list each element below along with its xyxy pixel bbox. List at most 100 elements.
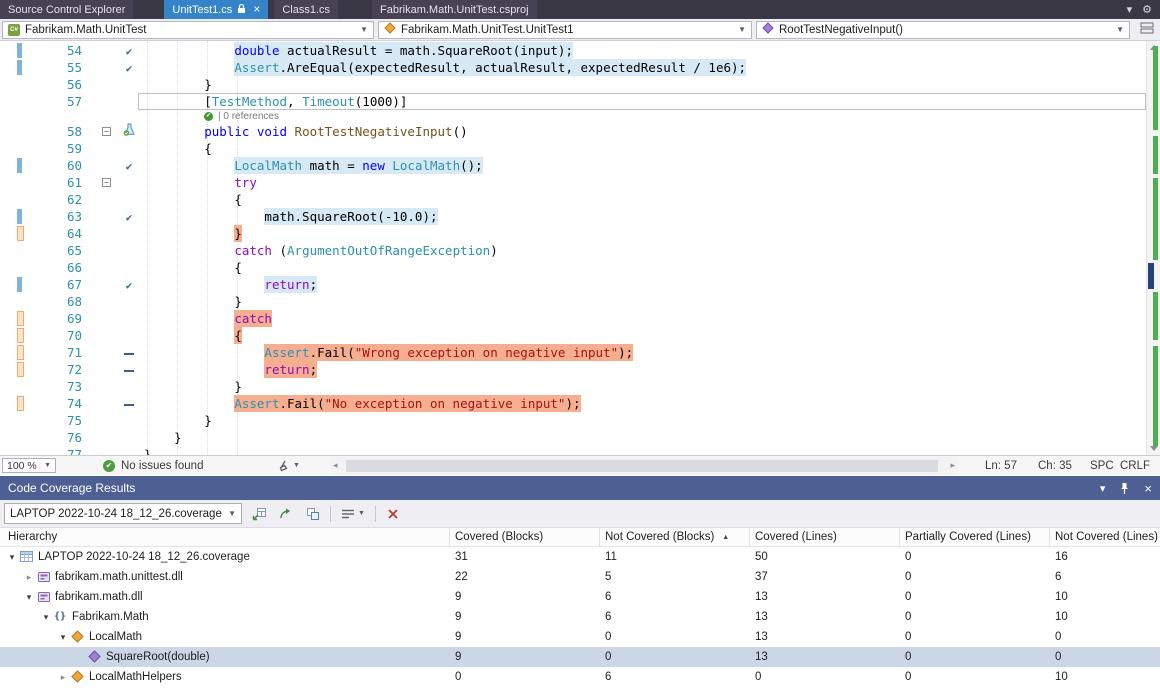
merge-results-icon[interactable] <box>303 504 323 524</box>
code-line[interactable]: 68 } <box>0 293 1146 310</box>
zoom-dropdown[interactable]: 100 % ▼ <box>2 458 56 473</box>
code-text[interactable]: public void RootTestNegativeInput() <box>138 123 1146 140</box>
breakpoint-margin[interactable] <box>0 208 16 225</box>
breakpoint-margin[interactable] <box>0 225 16 242</box>
code-line[interactable]: 75 } <box>0 412 1146 429</box>
breakpoint-margin[interactable] <box>0 174 16 191</box>
code-text[interactable]: } <box>138 429 1146 446</box>
code-text[interactable]: [TestMethod, Timeout(1000)] <box>138 93 1146 110</box>
scroll-right-icon[interactable]: ▸ <box>950 460 955 471</box>
code-line[interactable]: 58− public void RootTestNegativeInput() <box>0 123 1146 140</box>
code-text[interactable]: { <box>138 191 1146 208</box>
breakpoint-margin[interactable] <box>0 293 16 310</box>
close-icon[interactable]: × <box>1144 481 1152 496</box>
coverage-row[interactable]: ▾LocalMath901300 <box>0 627 1160 647</box>
code-line[interactable]: 55✔ Assert.AreEqual(expectedResult, actu… <box>0 59 1146 76</box>
code-text[interactable]: } <box>138 225 1146 242</box>
spaces-toggle[interactable]: SPC <box>1090 456 1114 475</box>
breakpoint-margin[interactable] <box>0 140 16 157</box>
import-results-icon[interactable] <box>249 504 269 524</box>
code-line[interactable]: 61− try <box>0 174 1146 191</box>
column-header-covered-lines[interactable]: Covered (Lines) <box>750 528 900 546</box>
code-line[interactable]: 71 Assert.Fail("Wrong exception on negat… <box>0 344 1146 361</box>
code-lens-references[interactable]: | 0 references <box>218 110 279 123</box>
code-line[interactable]: 76 } <box>0 429 1146 446</box>
tab-unittest1[interactable]: UnitTest1.cs × <box>164 0 268 19</box>
code-text[interactable]: } <box>138 412 1146 429</box>
code-text[interactable]: { <box>138 327 1146 344</box>
code-text[interactable]: catch <box>138 310 1146 327</box>
code-text[interactable]: LocalMath math = new LocalMath(); <box>138 157 1146 174</box>
coverage-row[interactable]: ▸LocalMathHelpers060010 <box>0 667 1160 687</box>
code-line[interactable]: 77} <box>0 446 1146 455</box>
code-line[interactable]: 57 [TestMethod, Timeout(1000)] <box>0 93 1146 110</box>
chevron-down-icon[interactable]: ▾ <box>1127 3 1133 16</box>
scroll-down-icon[interactable] <box>1150 446 1158 451</box>
breakpoint-margin[interactable] <box>0 242 16 259</box>
scrollbar-thumb[interactable] <box>346 460 938 472</box>
code-line[interactable]: 59 { <box>0 140 1146 157</box>
breakpoint-margin[interactable] <box>0 446 16 455</box>
tab-source-control-explorer[interactable]: Source Control Explorer <box>0 0 133 19</box>
code-text[interactable]: } <box>138 293 1146 310</box>
code-line[interactable]: 60✔ LocalMath math = new LocalMath(); <box>0 157 1146 174</box>
coverage-row[interactable]: ▾LAPTOP 2022-10-24 18_12_26.coverage3111… <box>0 547 1160 567</box>
breakpoint-margin[interactable] <box>0 429 16 446</box>
code-text[interactable]: { <box>138 140 1146 157</box>
column-header-covered-blocks[interactable]: Covered (Blocks) <box>450 528 600 546</box>
breakpoint-margin[interactable] <box>0 259 16 276</box>
line-indicator[interactable]: Ln: 57 <box>985 456 1017 475</box>
breakpoint-margin[interactable] <box>0 76 16 93</box>
issues-indicator[interactable]: ✔ No issues found <box>103 456 203 475</box>
project-dropdown[interactable]: C# Fabrikam.Math.UnitTest ▼ <box>2 21 374 39</box>
column-options-icon[interactable]: ▼ <box>338 504 368 524</box>
code-text[interactable]: try <box>138 174 1146 191</box>
member-dropdown[interactable]: RootTestNegativeInput() ▼ <box>756 21 1130 39</box>
breakpoint-margin[interactable] <box>0 157 16 174</box>
tab-class1[interactable]: Class1.cs <box>274 0 338 19</box>
column-header-hierarchy[interactable]: Hierarchy <box>0 528 450 546</box>
code-text[interactable]: Assert.Fail("Wrong exception on negative… <box>138 344 1146 361</box>
horizontal-scrollbar[interactable]: ◂ ▸ <box>330 457 958 475</box>
expander-expanded-icon[interactable]: ▾ <box>40 607 52 627</box>
code-line[interactable]: 64 } <box>0 225 1146 242</box>
close-icon[interactable]: × <box>253 4 260 15</box>
coverage-row[interactable]: SquareRoot(double)901300 <box>0 647 1160 667</box>
breakpoint-margin[interactable] <box>0 42 16 59</box>
breakpoint-margin[interactable] <box>0 412 16 429</box>
expander-expanded-icon[interactable]: ▾ <box>57 627 69 647</box>
code-line[interactable]: 73 } <box>0 378 1146 395</box>
code-line[interactable]: 67✔ return; <box>0 276 1146 293</box>
code-text[interactable]: double actualResult = math.SquareRoot(in… <box>138 42 1146 59</box>
column-header-partially-covered-lines[interactable]: Partially Covered (Lines) <box>900 528 1050 546</box>
remove-coverage-icon[interactable] <box>383 504 403 524</box>
breakpoint-margin[interactable] <box>0 276 16 293</box>
code-line[interactable]: 70 { <box>0 327 1146 344</box>
breakpoint-margin[interactable] <box>0 395 16 412</box>
test-method-icon[interactable] <box>123 123 136 136</box>
line-ending-indicator[interactable]: CRLF <box>1120 456 1150 475</box>
code-text[interactable]: } <box>138 76 1146 93</box>
code-text[interactable]: } <box>138 378 1146 395</box>
column-header-not-covered-blocks[interactable]: Not Covered (Blocks)▲ <box>600 528 750 546</box>
scroll-left-icon[interactable]: ◂ <box>333 460 338 471</box>
code-text[interactable]: catch (ArgumentOutOfRangeException) <box>138 242 1146 259</box>
breakpoint-margin[interactable] <box>0 327 16 344</box>
export-results-icon[interactable] <box>276 504 296 524</box>
split-window-icon[interactable] <box>1140 22 1158 37</box>
coverage-row[interactable]: ▾fabrikam.math.dll9613010 <box>0 587 1160 607</box>
breakpoint-margin[interactable] <box>0 93 16 110</box>
code-cleanup-button[interactable]: ▼ <box>276 456 300 475</box>
coverage-file-dropdown[interactable]: LAPTOP 2022-10-24 18_12_26.coverage ▼ <box>4 503 242 524</box>
code-line[interactable]: 65 catch (ArgumentOutOfRangeException) <box>0 242 1146 259</box>
vertical-scrollbar[interactable] <box>1146 41 1160 455</box>
expander-collapsed-icon[interactable]: ▸ <box>57 667 69 687</box>
column-header-not-covered-lines[interactable]: Not Covered (Lines) <box>1050 528 1160 546</box>
code-line[interactable]: 56 } <box>0 76 1146 93</box>
window-position-icon[interactable]: ▾ <box>1100 482 1106 495</box>
code-text[interactable]: } <box>138 446 1146 455</box>
expander-expanded-icon[interactable]: ▾ <box>6 547 18 567</box>
coverage-row[interactable]: ▾{}Fabrikam.Math9613010 <box>0 607 1160 627</box>
breakpoint-margin[interactable] <box>0 59 16 76</box>
code-text[interactable]: return; <box>138 276 1146 293</box>
